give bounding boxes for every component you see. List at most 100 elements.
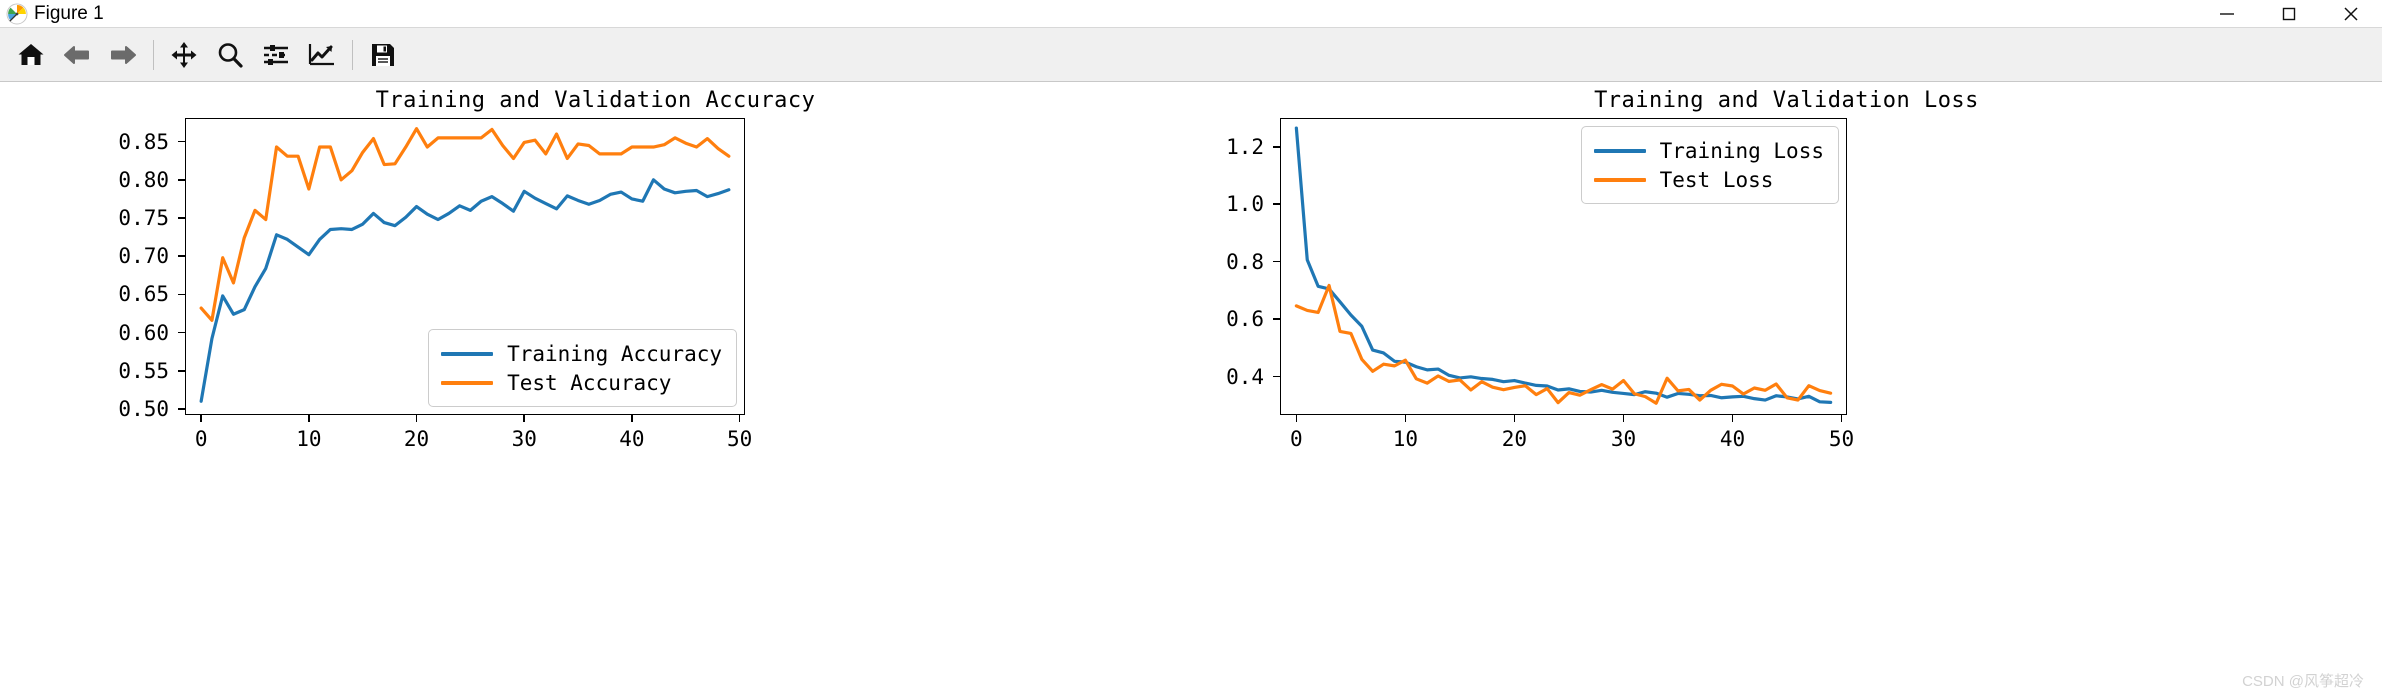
legend-item: Training Accuracy	[441, 339, 722, 368]
figure-window: Figure 1 Training and Validation Accurac…	[0, 0, 2382, 699]
legend-label: Training Accuracy	[507, 341, 722, 366]
window-title: Figure 1	[34, 3, 104, 24]
accuracy-axes: 0.50 0.55 0.60 0.65 0.70 0.75 0.80 0.85 0 10 20 30 4…	[118, 118, 752, 451]
y-tick-label: 0.50	[118, 396, 169, 421]
x-tick-mark	[523, 415, 526, 422]
chart-line-icon	[308, 43, 334, 65]
y-tick-mark	[1273, 375, 1280, 378]
watermark: CSDN @风筝超冷	[2242, 673, 2364, 690]
y-tick-label: 1.2	[1226, 134, 1264, 159]
y-tick-mark	[1273, 203, 1280, 205]
arrow-left-icon	[64, 45, 89, 64]
x-tick-mark	[415, 415, 418, 422]
x-tick-label: 40	[619, 427, 645, 451]
y-tick-mark	[178, 331, 185, 334]
legend-item: Test Loss	[1593, 165, 1824, 194]
loss-axes: 0.4 0.6 0.8 1.0 1.2 0 10 20 30 40 50 Training Loss T…	[1226, 118, 1854, 451]
x-tick-mark	[1840, 415, 1843, 422]
legend-color-swatch	[1593, 148, 1646, 153]
pan-button[interactable]	[161, 32, 207, 78]
loss-chart-title: Training and Validation Loss	[1594, 88, 1979, 113]
x-tick-mark	[1731, 415, 1734, 422]
y-tick-mark	[178, 408, 185, 410]
edit-axis-button[interactable]	[299, 32, 345, 78]
chart-legend: Training Loss Test Loss	[1580, 126, 1839, 204]
x-tick-label: 20	[403, 427, 430, 451]
y-tick-label: 0.6	[1226, 307, 1264, 332]
maximize-button[interactable]	[2258, 0, 2320, 27]
navigation-toolbar	[0, 27, 2382, 82]
close-button[interactable]	[2320, 0, 2382, 27]
accuracy-chart-title: Training and Validation Accuracy	[375, 88, 816, 113]
x-tick-mark	[738, 415, 741, 422]
sliders-icon	[264, 44, 288, 65]
x-tick-mark	[1404, 415, 1407, 422]
x-tick-label: 0	[194, 427, 208, 451]
legend-label: Training Loss	[1659, 138, 1824, 163]
legend-color-swatch	[441, 351, 494, 356]
subplot-accuracy: Training and Validation Accuracy 0.50 0.5…	[0, 82, 1191, 699]
y-tick-label: 0.80	[118, 167, 169, 192]
series-line	[1294, 283, 1833, 405]
y-tick-mark	[178, 369, 185, 372]
configure-subplots-button[interactable]	[253, 32, 299, 78]
y-tick-label: 0.85	[118, 129, 169, 154]
y-tick-label: 0.55	[118, 358, 169, 383]
x-tick-label: 30	[511, 427, 537, 451]
forward-button[interactable]	[100, 32, 146, 78]
home-button[interactable]	[8, 32, 54, 78]
floppy-disk-icon	[372, 43, 394, 66]
x-tick-label: 0	[1290, 427, 1303, 451]
x-tick-mark	[631, 415, 633, 422]
x-tick-label: 10	[296, 427, 322, 451]
y-tick-mark	[178, 217, 185, 219]
save-button[interactable]	[360, 32, 406, 78]
x-tick-label: 20	[1501, 427, 1528, 451]
home-icon	[18, 43, 44, 65]
y-tick-mark	[178, 255, 185, 257]
y-tick-label: 0.4	[1226, 364, 1264, 389]
matplotlib-icon	[6, 3, 28, 25]
figure-canvas[interactable]: Training and Validation Accuracy 0.50 0.5…	[0, 82, 2382, 699]
arrow-right-icon	[111, 45, 136, 64]
y-tick-mark	[1273, 145, 1280, 148]
legend-item: Test Accuracy	[441, 368, 722, 397]
y-tick-label: 0.8	[1226, 249, 1264, 274]
legend-color-swatch	[441, 380, 494, 385]
legend-color-swatch	[1593, 177, 1646, 182]
y-tick-mark	[178, 140, 185, 143]
zoom-button[interactable]	[207, 32, 253, 78]
x-tick-label: 50	[726, 427, 753, 451]
y-tick-mark	[1273, 318, 1280, 320]
toolbar-separator-1	[153, 39, 154, 70]
toolbar-separator-2	[352, 39, 353, 70]
legend-label: Test Loss	[1659, 167, 1774, 192]
window-titlebar: Figure 1	[0, 0, 2382, 27]
window-controls	[2196, 0, 2382, 27]
x-tick-mark	[1295, 415, 1298, 422]
y-tick-mark	[178, 293, 185, 296]
y-tick-mark	[1273, 260, 1280, 263]
legend-label: Test Accuracy	[507, 370, 672, 395]
x-tick-label: 10	[1392, 427, 1419, 451]
x-tick-mark	[1513, 415, 1516, 422]
y-tick-label: 0.65	[118, 282, 169, 307]
x-tick-label: 50	[1828, 427, 1855, 451]
y-tick-label: 0.70	[118, 244, 169, 269]
back-button[interactable]	[54, 32, 100, 78]
y-tick-mark	[178, 179, 185, 181]
series-line	[199, 127, 731, 322]
move-arrows-icon	[171, 41, 197, 68]
y-tick-label: 0.60	[118, 320, 169, 345]
x-tick-label: 40	[1719, 427, 1746, 451]
x-tick-label: 30	[1610, 427, 1637, 451]
subplot-loss: Training and Validation Loss 0.4 0.6 0.8 1.…	[1191, 82, 2382, 699]
y-tick-label: 1.0	[1226, 192, 1264, 217]
y-tick-label: 0.75	[118, 206, 169, 231]
x-tick-mark	[308, 415, 310, 422]
legend-item: Training Loss	[1593, 136, 1824, 165]
x-tick-mark	[1622, 415, 1625, 422]
minimize-button[interactable]	[2196, 0, 2258, 27]
chart-legend: Training Accuracy Test Accuracy	[428, 329, 737, 407]
x-tick-mark	[200, 415, 202, 422]
